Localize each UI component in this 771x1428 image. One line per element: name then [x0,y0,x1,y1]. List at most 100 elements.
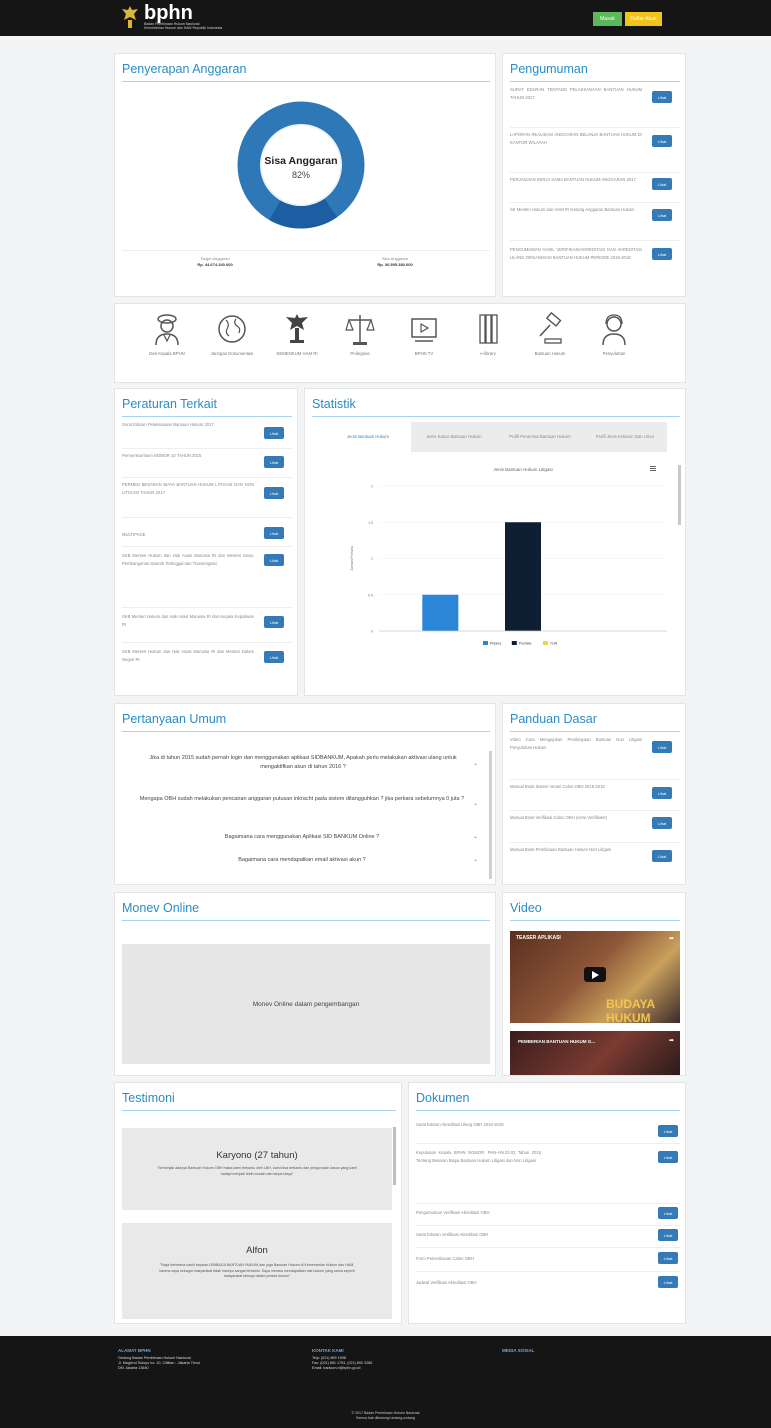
list-divider [416,1225,680,1226]
bphn-logo[interactable]: bphn Badan Pembinaan Hukum Nasional Keme… [120,3,222,30]
menu-kepala-bphn[interactable]: Dari Kepala BPHN [137,312,197,357]
menu-bantuan-hukum[interactable]: Bantuan Hukum [520,312,580,357]
testimony-panel: Testimoni Karyono (27 tahun) "Semenjak a… [114,1082,402,1324]
menu-jaringan-dokumentasi[interactable]: Jaringan Dokumentasi [202,312,262,357]
video-thumbnail-1[interactable]: TEASER APLIKASI ➦ BUDAYA HUKUM [510,931,680,1023]
view-button[interactable]: Lihat [652,178,672,190]
video-thumbnail-2[interactable]: PEMBERIAN BANTUAN HUKUM G... ➦ [510,1031,680,1075]
faq-title: Pertanyaan Umum [122,712,227,726]
title-underline [312,416,680,417]
chevron-down-icon[interactable]: ⌄ [473,856,478,863]
chart-scrollbar[interactable] [678,465,681,525]
view-button[interactable]: Lihat [652,248,672,260]
view-button[interactable]: Lihat [652,91,672,103]
tab-jenis-bantuan[interactable]: Jenis Bantuan Hukum [325,422,411,452]
view-button[interactable]: Lihat [264,487,284,499]
budget-panel: Penyerapan Anggaran Sisa Anggaran 82% Ta… [114,53,496,297]
tv-icon [411,318,437,342]
view-button[interactable]: Lihat [652,787,672,799]
menu-kemenkumham[interactable]: KEMENKUM HAM RI [267,312,327,357]
menu-bphn-tv[interactable]: BPHN TV [394,312,454,357]
person-speaker-icon [155,314,179,346]
share-icon[interactable]: ➦ [669,1037,674,1044]
top-navbar: bphn Badan Pembinaan Hukum Nasional Keme… [0,0,771,36]
budget-divider [122,250,490,251]
faq-scrollbar[interactable] [489,751,492,879]
share-icon[interactable]: ➦ [669,935,674,942]
regulation-text: Surat Edaran Pelaksanaan Bantuan Hukum 2… [122,422,214,427]
faq-panel: Pertanyaan Umum Jika di tahun 2015 sudah… [114,703,496,885]
video-overlay-text: BUDAYA HUKUM [606,997,655,1023]
chevron-down-icon[interactable]: ⌄ [473,833,478,840]
faq-question-2[interactable]: Mengapa OBH sudah melakukan pencairan an… [137,795,467,804]
y-axis-label: Jumlah Perkara [350,546,354,571]
tab-jenis-kasus[interactable]: Jenis Kasus Bantuan Hukum [411,422,497,452]
menu-penyuluhan[interactable]: Penyuluhan [584,312,644,357]
faq-question-4[interactable]: Bagaimana cara mendapatkan email aktivas… [137,856,467,865]
view-button[interactable]: Lihat [652,135,672,147]
title-underline [510,731,680,732]
play-icon[interactable] [584,967,606,982]
regulations-title: Peraturan Terkait [122,397,217,411]
menu-label: Penyuluhan [602,351,626,356]
legend-label: TUN [550,642,558,646]
view-button[interactable]: Lihat [264,456,284,468]
view-button[interactable]: Lihat [264,651,284,663]
view-button[interactable]: Lihat [264,554,284,566]
legend-swatch [483,641,488,645]
view-button[interactable]: Lihat [658,1252,678,1264]
footer-social-title: MEDIA SOSIAL [502,1348,535,1353]
register-button[interactable]: Daftar Akun [625,12,662,26]
chevron-down-icon[interactable]: ⌄ [473,800,478,807]
menu-label: BPHN TV [414,351,434,356]
view-button[interactable]: Lihat [264,427,284,439]
view-button[interactable]: Lihat [264,527,284,539]
list-divider [122,448,292,449]
y-tick-label: 1 [371,557,373,561]
view-button[interactable]: Lihat [264,616,284,628]
view-button[interactable]: Lihat [652,817,672,829]
testimony-name: Karyono (27 tahun) [216,1150,298,1161]
globe-icon [218,315,246,343]
list-divider [416,1203,680,1204]
donut-center-percent: 82% [291,170,310,180]
list-divider [416,1247,680,1248]
view-button[interactable]: Lihat [652,741,672,753]
tab-profil-penerima[interactable]: Profil Penerima Bantuan Hukum [497,422,583,452]
y-tick-label: 2 [371,485,373,489]
regulation-text: SKB Menteri Hukum dan Hak Asasi Manusia … [122,649,254,662]
regulation-text: PERMEN BESARAN BIAYA BANTUAN HUKUM LITIG… [122,482,254,495]
view-button[interactable]: Lihat [658,1276,678,1288]
video-title: Video [510,901,542,915]
tab-profil-kelamin[interactable]: Profil Jenis Kelamin Dan Umur [583,422,667,452]
y-tick-label: 0.5 [368,593,373,597]
view-button[interactable]: Lihat [658,1207,678,1219]
legend-swatch [511,641,517,645]
budget-title: Penyerapan Anggaran [122,62,247,76]
view-button[interactable]: Lihat [658,1151,678,1163]
faq-question-3[interactable]: Bagaimana cara menggunakan Aplikasi SID … [137,833,467,842]
menu-prolegnas[interactable]: Prolegnas [330,312,390,357]
testimony-quote: "Semenjak adanya Bantuan Hukum OBH maka … [156,1166,358,1176]
faq-question-1[interactable]: Jika di tahun 2015 sudah pernah login da… [143,754,463,772]
hamburger-icon[interactable] [650,466,656,471]
document-text: Surat Edaran Verifikasi Akreditasi OBH [416,1232,489,1237]
list-divider [510,779,680,780]
testimony-scrollbar[interactable] [393,1127,396,1185]
monev-message: Monev Online dalam pengembangan [252,1000,360,1008]
menu-elibrary[interactable]: e-library [458,312,518,357]
title-underline [122,1110,396,1111]
chevron-down-icon[interactable]: ⌄ [473,760,478,767]
chart-title: Jenis Bantuan Hukum Litigasi [493,467,552,472]
footer-contact-line[interactable]: Email: bankum.ri@bphn.go.id [312,1366,360,1371]
view-button[interactable]: Lihat [658,1229,678,1241]
view-button[interactable]: Lihat [652,850,672,862]
view-button[interactable]: Lihat [658,1125,678,1137]
regulation-text: MULTIPAGE [122,532,146,537]
login-button[interactable]: Masuk [593,12,622,26]
title-underline [416,1110,680,1111]
menu-label: Jaringan Dokumentasi [210,351,254,356]
testimony-name: Alfon [246,1245,268,1256]
view-button[interactable]: Lihat [652,209,672,221]
target-label: Target Anggaran [200,256,230,261]
